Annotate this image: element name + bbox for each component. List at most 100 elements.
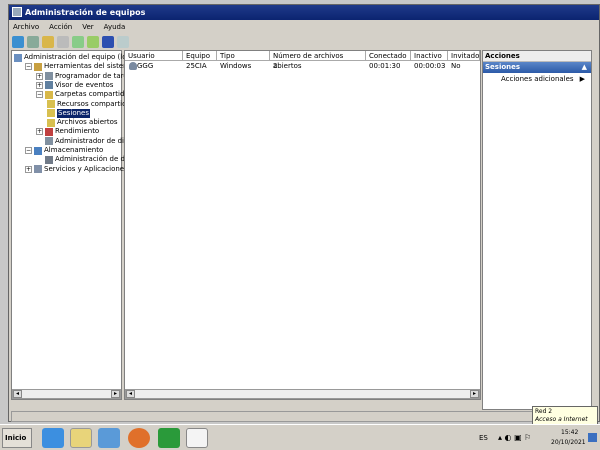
table-cell[interactable]: 25CIA	[183, 62, 207, 71]
tray-icons[interactable]: ▴ ◐ ▣ ⚐	[498, 433, 531, 442]
show-desktop-icon[interactable]	[588, 433, 597, 442]
tree-item[interactable]: + Programador de tareas	[36, 72, 136, 81]
tree-item-label: Carpetas compartidas	[55, 90, 133, 99]
table-cell[interactable]: No	[448, 62, 461, 71]
tree-item-label: Sesiones	[57, 108, 91, 118]
tree-item-label: Administración del equipo (local)	[24, 53, 140, 61]
collapse-icon[interactable]: −	[25, 147, 32, 154]
network-tooltip: Red 2 Acceso a Internet	[532, 406, 598, 425]
table-cell[interactable]: 00:01:30	[366, 62, 400, 71]
tree-node-icon	[47, 100, 55, 108]
menu-ver[interactable]: Ver	[82, 21, 93, 33]
list-horizontal-scrollbar[interactable]: ◂ ▸	[125, 389, 480, 399]
forward-icon[interactable]	[27, 35, 39, 48]
tree-item[interactable]: + Visor de eventos	[36, 81, 113, 90]
tree-node-icon	[47, 118, 55, 127]
expand-icon[interactable]: +	[36, 72, 43, 80]
firefox-icon[interactable]	[128, 428, 150, 448]
tree-node-icon	[45, 127, 53, 136]
tree-item[interactable]: Archivos abiertos	[47, 118, 118, 127]
menu-accion[interactable]: Acción	[49, 21, 72, 33]
help-icon[interactable]	[102, 35, 114, 48]
language-indicator[interactable]: ES	[479, 434, 488, 442]
internet-explorer-icon[interactable]	[42, 428, 64, 448]
column-header[interactable]: Usuario	[125, 51, 183, 61]
tree-node-icon	[34, 146, 42, 155]
tree-horizontal-scrollbar[interactable]: ◂ ▸	[12, 389, 121, 399]
start-button[interactable]: Inicio	[2, 428, 32, 448]
more-actions-item[interactable]: Acciones adicionales ▶	[483, 73, 591, 85]
toolbar	[12, 34, 129, 49]
expand-icon[interactable]: +	[36, 128, 43, 136]
tree-item[interactable]: + Rendimiento	[36, 127, 99, 136]
menu-ayuda[interactable]: Ayuda	[104, 21, 126, 33]
clock-time[interactable]: 15:42	[561, 429, 578, 436]
tree-node-icon	[47, 109, 55, 118]
actions-section-sessions[interactable]: Sesiones ▲	[483, 62, 591, 73]
explorer-icon[interactable]	[70, 428, 92, 448]
expand-icon[interactable]: +	[36, 81, 43, 89]
tooltip-line2: Acceso a Internet	[535, 416, 588, 423]
collapse-icon[interactable]: −	[36, 91, 43, 99]
tree-item[interactable]: − Herramientas del sistema	[25, 62, 134, 71]
column-header[interactable]: Tipo	[217, 51, 270, 61]
menu-bar: Archivo Acción Ver Ayuda	[13, 21, 125, 33]
show-hide-tree-icon[interactable]	[57, 35, 69, 48]
taskbar: Inicio ES ▴ ◐ ▣ ⚐ 15:42 20/10/2021	[0, 424, 600, 450]
actions-header: Acciones	[483, 51, 591, 62]
column-header[interactable]: Número de archivos abiertos	[270, 51, 366, 70]
collapse-icon[interactable]: −	[25, 63, 32, 71]
tree-item-label: Rendimiento	[55, 127, 100, 136]
tree-item-label: Herramientas del sistema	[44, 62, 135, 71]
tree-node-icon	[34, 165, 42, 174]
refresh-icon[interactable]	[72, 35, 84, 48]
tree-node-icon	[45, 137, 53, 146]
tree-item[interactable]: + Servicios y Aplicaciones	[25, 165, 128, 174]
title-bar: Administración de equipos	[9, 5, 599, 20]
tree-node-icon	[14, 53, 22, 62]
tree-item[interactable]: − Almacenamiento	[25, 146, 103, 155]
start-label: Inicio	[5, 434, 27, 442]
table-cell[interactable]: Windows	[217, 62, 251, 71]
computer-management-task[interactable]	[186, 428, 208, 448]
tree-item[interactable]: Administración del equipo (local)	[14, 53, 139, 62]
user-icon	[129, 62, 137, 70]
table-cell[interactable]: 2	[270, 62, 277, 71]
more-actions-label: Acciones adicionales	[501, 75, 574, 83]
tree-item-label: Almacenamiento	[44, 146, 104, 154]
tree-item-label: Archivos abiertos	[57, 118, 118, 127]
properties-icon[interactable]	[117, 35, 129, 48]
media-player-icon[interactable]	[98, 428, 120, 448]
expand-icon[interactable]: +	[25, 165, 32, 173]
export-icon[interactable]	[87, 35, 99, 48]
tooltip-line1: Red 2	[535, 408, 553, 415]
tree-item[interactable]: Sesiones	[47, 108, 91, 118]
tree-item[interactable]: Recursos compartidos	[47, 100, 134, 109]
tree-node-icon	[45, 155, 53, 164]
tree-node-icon	[45, 90, 53, 99]
tree-item-label: Visor de eventos	[55, 80, 114, 89]
table-cell[interactable]: 00:00:03	[411, 62, 445, 71]
column-header[interactable]: Inactivo	[411, 51, 448, 61]
section-label: Sesiones	[485, 63, 521, 71]
tree-node-icon	[34, 62, 42, 71]
tree-node-icon	[45, 81, 53, 90]
computer-management-window: Administración de equipos Archivo Acción…	[8, 4, 600, 422]
tree-item[interactable]: − Carpetas compartidas	[36, 90, 132, 99]
column-header[interactable]: Invitado	[448, 51, 480, 61]
security-app-icon[interactable]	[158, 428, 180, 448]
window-title: Administración de equipos	[25, 8, 146, 17]
app-icon	[12, 7, 22, 17]
up-folder-icon[interactable]	[42, 35, 54, 48]
collapse-icon: ▲	[581, 63, 587, 71]
clock-date[interactable]: 20/10/2021	[551, 439, 586, 446]
tree-node-icon	[45, 72, 53, 81]
actions-pane: Acciones Sesiones ▲ Acciones adicionales ▶	[482, 50, 592, 410]
menu-archivo[interactable]: Archivo	[13, 21, 39, 33]
tree-item-label: Recursos compartidos	[57, 99, 135, 108]
back-icon[interactable]	[12, 35, 24, 48]
tree-item-label: Servicios y Aplicaciones	[44, 164, 128, 173]
column-header[interactable]: Conectado	[366, 51, 411, 61]
column-header[interactable]: Equipo	[183, 51, 217, 61]
sessions-list: Usuario Equipo Tipo Número de archivos abie…	[124, 50, 481, 400]
